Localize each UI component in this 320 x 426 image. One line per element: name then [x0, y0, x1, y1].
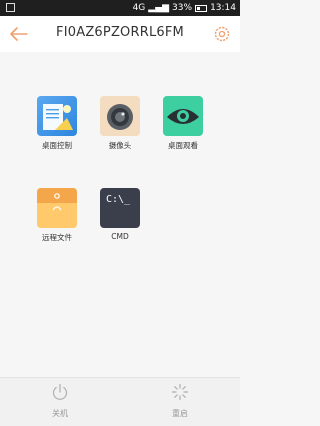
bottom-bar: 关机 重启 [0, 377, 240, 426]
tile-desktop-control[interactable]: 桌面控制 [27, 96, 87, 151]
shutdown-button[interactable]: 关机 [30, 382, 90, 419]
tile-label: 桌面控制 [42, 141, 72, 150]
restart-label: 重启 [172, 409, 188, 418]
eye-icon [163, 96, 203, 136]
gear-icon [214, 26, 230, 42]
terminal-prompt: C:\_ [106, 194, 131, 205]
network-type: 4G [132, 3, 146, 13]
tile-label: CMD [111, 232, 129, 241]
desktop-control-icon [37, 96, 77, 136]
shutdown-label: 关机 [52, 409, 68, 418]
app-bar: FI0AZ6PZORRL6FM [0, 16, 240, 52]
tile-camera[interactable]: 摄像头 [90, 96, 150, 151]
power-icon [52, 383, 68, 400]
terminal-icon: C:\_ [100, 188, 140, 228]
settings-button[interactable] [212, 24, 232, 44]
restart-button[interactable]: 重启 [150, 382, 210, 419]
tile-label: 桌面观看 [168, 141, 198, 150]
folder-icon [37, 188, 77, 228]
status-bar: 4G ▂▄▆ 33% 13:14 [0, 0, 240, 16]
signal-icon: ▂▄▆ [148, 3, 170, 13]
tile-label: 摄像头 [108, 141, 132, 150]
clock: 13:14 [210, 3, 236, 13]
battery-percent: 33% [172, 3, 193, 13]
battery-icon [195, 4, 208, 12]
gallery-notification-icon [6, 3, 15, 12]
tile-desktop-view[interactable]: 桌面观看 [153, 96, 213, 151]
camera-icon [100, 96, 140, 136]
tile-label: 远程文件 [42, 233, 72, 242]
page-title: FI0AZ6PZORRL6FM [56, 25, 184, 40]
tile-remote-files[interactable]: 远程文件 [27, 188, 87, 243]
tile-cmd[interactable]: C:\_ CMD [90, 188, 150, 241]
restart-icon [171, 383, 189, 401]
